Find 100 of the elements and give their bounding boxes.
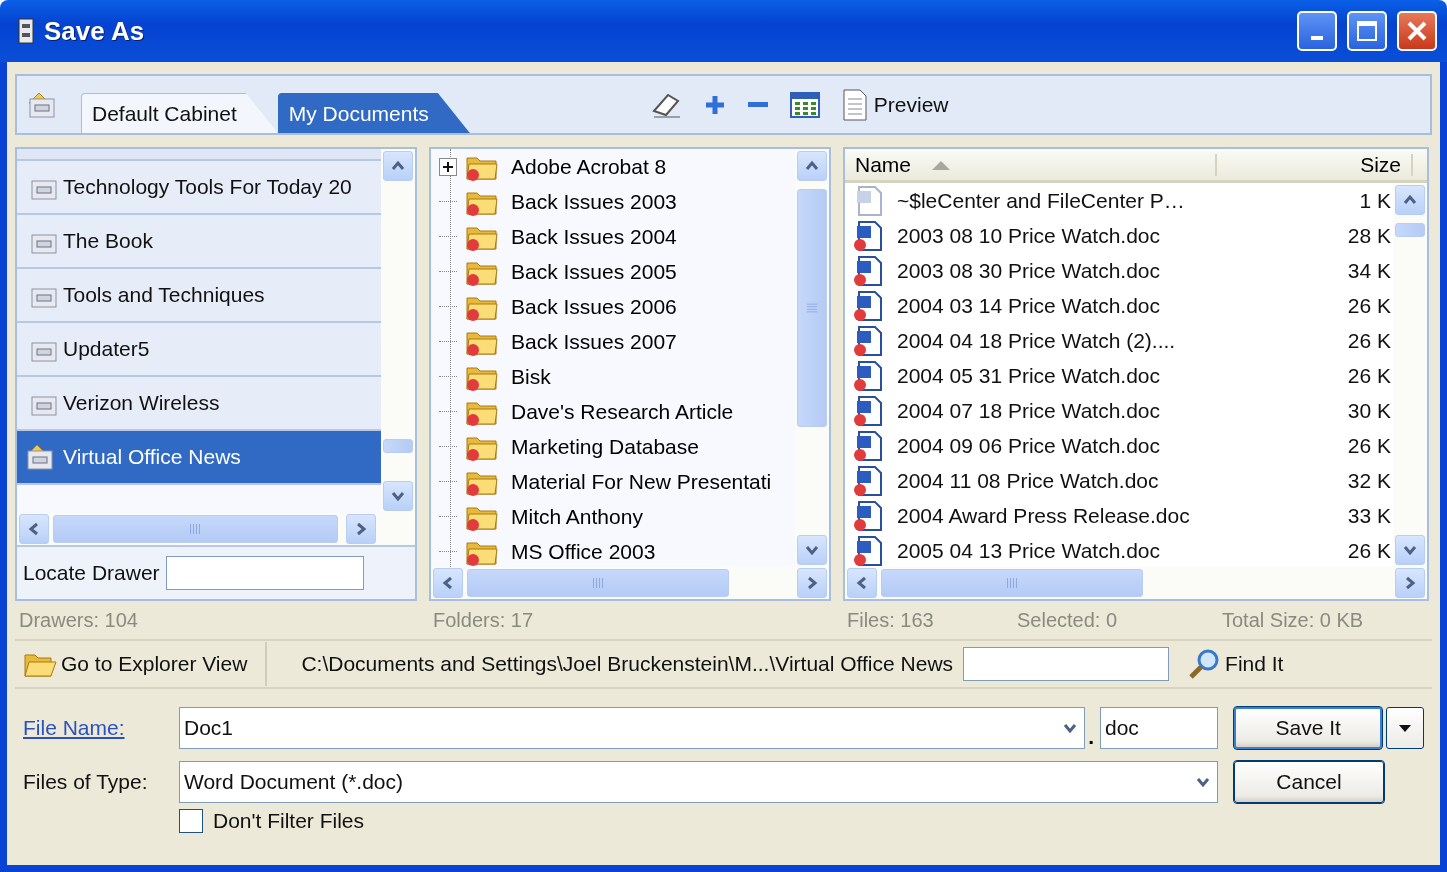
horizontal-scrollbar[interactable] [431, 567, 829, 599]
vertical-scrollbar[interactable] [1393, 183, 1427, 567]
scroll-down-button[interactable] [797, 535, 827, 565]
status-text: Folders: 17 [433, 608, 535, 632]
maximize-button[interactable] [1347, 11, 1387, 51]
status-text: Drawers: 104 [19, 608, 139, 632]
close-icon [1406, 20, 1428, 42]
scroll-thumb[interactable] [881, 569, 1143, 597]
cancel-button[interactable]: Cancel [1234, 761, 1384, 803]
folder-item[interactable]: Dave's Research Article [431, 394, 795, 429]
folder-item[interactable]: Bisk [431, 359, 795, 394]
drawer-item[interactable]: Updater5 [17, 323, 381, 377]
expand-plus-icon[interactable] [439, 157, 457, 176]
locate-drawer-field[interactable] [165, 556, 364, 590]
folder-item[interactable]: Back Issues 2004 [431, 219, 795, 254]
file-name: 2004 04 18 Price Watch (2).... [897, 328, 1177, 353]
file-name: 2004 11 08 Price Watch.doc [897, 468, 1160, 493]
cabinet-tab[interactable]: My Documents [277, 93, 470, 133]
file-name: ~$leCenter and FileCenter P… [897, 188, 1186, 213]
remove-button[interactable] [747, 102, 768, 107]
scroll-left-button[interactable] [433, 568, 463, 598]
folder-item[interactable]: Mitch Anthony [431, 499, 795, 534]
drawer-item[interactable]: The Book [17, 215, 381, 269]
cabinet-icon [18, 18, 34, 44]
drawer-item[interactable]: Tools and Techniques [17, 269, 381, 323]
folder-item[interactable]: Marketing Database [431, 429, 795, 464]
find-button[interactable]: Find It [1179, 642, 1292, 686]
extension-dot: . [1088, 725, 1094, 749]
scroll-right-button[interactable] [345, 514, 376, 544]
scroll-thumb[interactable] [383, 439, 413, 453]
filter-checkbox-row[interactable]: Don't Filter Files [179, 809, 1094, 833]
file-size: 26 K [1346, 538, 1392, 563]
scroll-up-button[interactable] [383, 151, 413, 181]
scroll-down-button[interactable] [383, 481, 413, 511]
scroll-left-button[interactable] [19, 514, 49, 544]
scroll-up-button[interactable] [1395, 185, 1425, 215]
save-options-button[interactable] [1386, 707, 1424, 749]
preview-button[interactable]: Preview [841, 88, 949, 121]
file-name: 2005 04 13 Price Watch.doc [897, 538, 1162, 563]
minus-icon [747, 102, 768, 107]
word-document-icon [853, 359, 885, 392]
drawer-item[interactable]: Technology Tools For Today 20 [17, 161, 381, 215]
file-size: 28 K [1346, 223, 1392, 248]
folder-item[interactable]: MS Office 2003 [431, 534, 795, 567]
vertical-scrollbar[interactable] [795, 149, 829, 567]
file-name-link[interactable]: File Name: [23, 716, 173, 740]
file-name: 2003 08 10 Price Watch.doc [897, 223, 1162, 248]
close-button[interactable] [1397, 11, 1437, 51]
cabinet-tab[interactable]: Default Cabinet [81, 93, 278, 133]
file-size: 26 K [1346, 433, 1392, 458]
file-name: 2004 07 18 Price Watch.doc [897, 398, 1162, 423]
horizontal-scrollbar[interactable] [845, 567, 1427, 599]
caret-icon [1398, 723, 1413, 733]
word-document-icon [853, 499, 885, 532]
save-button[interactable]: Save It [1234, 707, 1383, 749]
current-path: C:\Documents and Settings\Joel Bruckenstein\M...\Virtual Office News [301, 652, 954, 676]
column-title[interactable]: Name [855, 152, 912, 177]
status-text: Files: 163 [847, 608, 935, 632]
sort-ascending-icon [931, 158, 952, 171]
checkbox[interactable] [179, 809, 203, 833]
column-title[interactable]: Size [1360, 152, 1401, 177]
extension-field[interactable]: doc [1100, 707, 1218, 749]
file-size: 26 K [1346, 293, 1392, 318]
scroll-left-button[interactable] [847, 568, 877, 598]
file-type-dropdown[interactable]: Word Document (*.doc) [179, 761, 1218, 803]
explorer-view-button[interactable]: Go to Explorer View [15, 642, 256, 686]
scroll-right-button[interactable] [797, 568, 827, 598]
add-button[interactable] [703, 93, 726, 116]
vertical-scrollbar[interactable] [381, 149, 415, 513]
folder-item[interactable]: Adobe Acrobat 8 [431, 149, 795, 184]
maximize-icon [1356, 20, 1378, 42]
find-field[interactable] [963, 647, 1170, 681]
folder-item[interactable]: Back Issues 2005 [431, 254, 795, 289]
folder-item[interactable]: Back Issues 2003 [431, 184, 795, 219]
file-name-field[interactable]: Doc1 [179, 707, 1086, 749]
scroll-down-button[interactable] [1395, 535, 1425, 565]
file-name: 2003 08 30 Price Watch.doc [897, 258, 1162, 283]
scroll-up-button[interactable] [797, 151, 827, 181]
file-name: 2004 05 31 Price Watch.doc [897, 363, 1162, 388]
minimize-button[interactable] [1297, 11, 1337, 51]
drawer-item[interactable]: Virtual Office News [17, 431, 381, 485]
locate-drawer-label: Locate Drawer [23, 561, 160, 585]
document-icon [841, 88, 868, 121]
horizontal-scrollbar[interactable] [17, 513, 415, 545]
word-document-icon [853, 534, 885, 567]
word-document-icon [853, 429, 885, 462]
grid-view-button[interactable] [789, 91, 820, 118]
scroll-thumb[interactable] [467, 569, 729, 597]
scroll-right-button[interactable] [1395, 568, 1425, 598]
drawer-item[interactable]: Verizon Wireless [17, 377, 381, 431]
folder-item[interactable]: Back Issues 2007 [431, 324, 795, 359]
file-size: 26 K [1346, 328, 1392, 353]
scroll-thumb[interactable] [53, 515, 338, 543]
file-size: 1 K [1358, 188, 1392, 213]
word-document-icon [853, 394, 885, 427]
folder-item[interactable]: Back Issues 2006 [431, 289, 795, 324]
folder-item[interactable]: Material For New Presentati [431, 464, 795, 499]
scroll-thumb[interactable] [797, 189, 827, 427]
word-document-icon [853, 219, 885, 252]
scroll-thumb[interactable] [1395, 223, 1425, 237]
